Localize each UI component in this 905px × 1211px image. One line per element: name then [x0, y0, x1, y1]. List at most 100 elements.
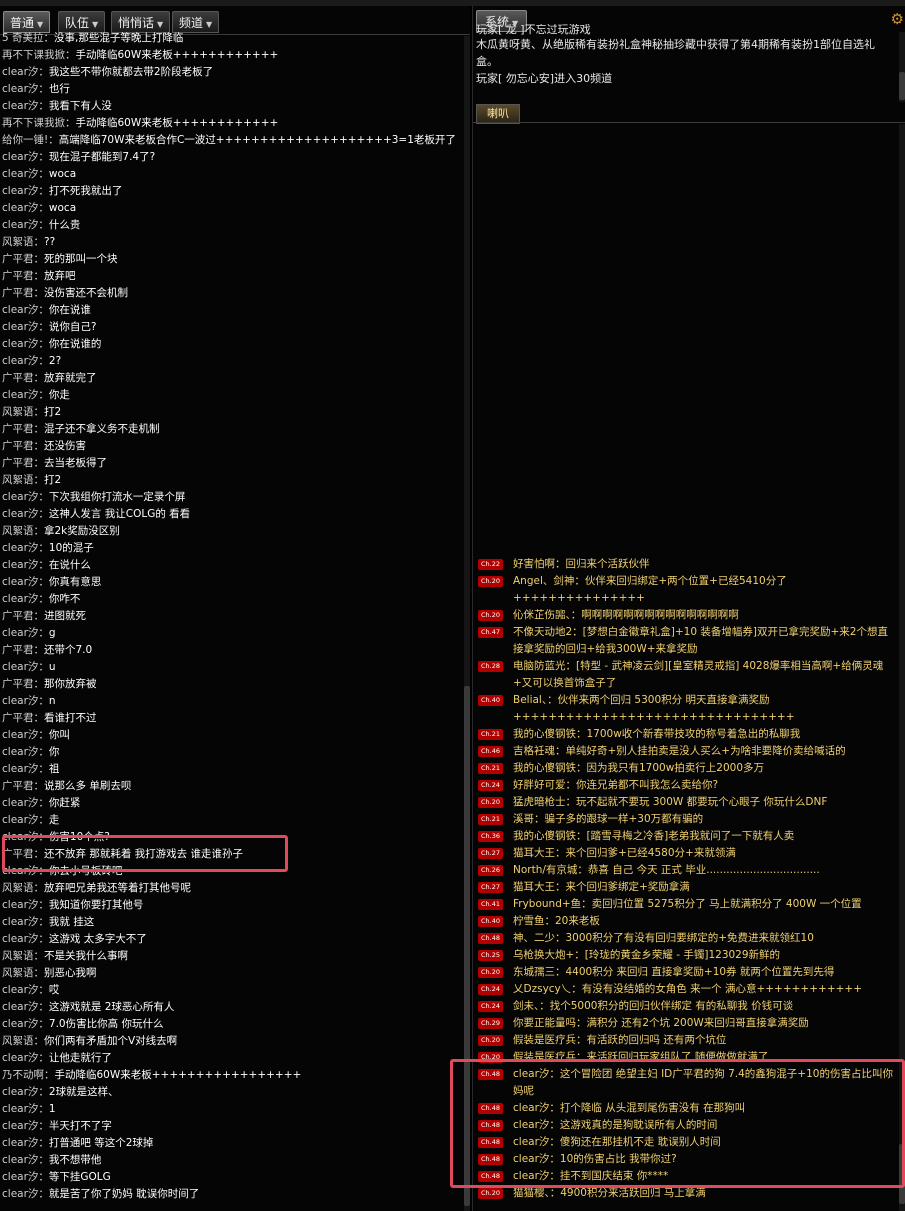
loudspeaker-scrollbar[interactable] — [899, 124, 905, 1211]
sender-name[interactable]: clear汐 — [2, 66, 38, 78]
message-text: 7.0伤害比你高 你玩什么 — [48, 1018, 164, 1030]
sender-name[interactable]: clear汐 — [2, 1120, 38, 1132]
sender-name[interactable]: 给你一锤! — [2, 134, 48, 146]
sender-name[interactable]: 广平君 — [2, 712, 34, 724]
sender-name[interactable]: 广平君 — [2, 610, 34, 622]
sender-name[interactable]: 广平君 — [2, 372, 34, 384]
sender-name[interactable]: clear汐 — [2, 763, 38, 775]
colon-separator: ： — [38, 1137, 49, 1149]
sender-name[interactable]: 风絮语 — [2, 525, 34, 537]
sender-name[interactable]: clear汐 — [2, 202, 38, 214]
sender-name[interactable]: 风絮语 — [2, 474, 34, 486]
colon-separator: ： — [38, 219, 49, 231]
sender-name[interactable]: 再不下课我掀 — [2, 49, 65, 61]
loudspeaker-text: 你要正能量吗：满积分 还有2个坑 200W来回归哥直接拿满奖励 — [513, 1017, 809, 1029]
sender-name[interactable]: 再不下课我掀 — [2, 117, 65, 129]
colon-separator: ： — [38, 185, 49, 197]
sender-name[interactable]: 广平君 — [2, 457, 34, 469]
sender-name[interactable]: clear汐 — [2, 1171, 38, 1183]
sender-name[interactable]: clear汐 — [2, 576, 38, 588]
sender-name[interactable]: 风絮语 — [2, 882, 34, 894]
sender-name[interactable]: clear汐 — [2, 1154, 38, 1166]
sender-name[interactable]: clear汐 — [2, 661, 38, 673]
sender-name[interactable]: 广平君 — [2, 270, 34, 282]
system-line: 玩家[ 勿忘心安]进入30频道 — [476, 72, 613, 85]
sender-name[interactable]: clear汐 — [2, 559, 38, 571]
chat-line: clear汐：也行 — [2, 81, 457, 98]
scrollbar-thumb[interactable] — [899, 72, 905, 100]
sender-name[interactable]: clear汐 — [2, 593, 38, 605]
colon-separator: ： — [33, 372, 45, 384]
chat-line: 再不下课我掀：手动降临60W来老板++++++++++++ — [2, 47, 457, 64]
sender-name[interactable]: 风絮语 — [2, 1035, 34, 1047]
chat-line: clear汐：我这些不带你就都去带2阶段老板了 — [2, 64, 457, 81]
message-text: 死的那叫一个块 — [44, 253, 118, 265]
sender-name[interactable]: 广平君 — [2, 678, 34, 690]
sender-name[interactable]: clear汐 — [2, 899, 38, 911]
sender-name[interactable]: clear汐 — [2, 83, 38, 95]
sender-name[interactable]: clear汐 — [2, 1103, 38, 1115]
sender-name[interactable]: 广平君 — [2, 644, 34, 656]
loudspeaker-text: 猫耳大王：来个回归爹+已经4580分+来就领满 — [513, 847, 736, 859]
sender-name[interactable]: clear汐 — [2, 542, 38, 554]
chat-line: 广平君：那你放弃被 — [2, 676, 457, 693]
sender-name[interactable]: clear汐 — [2, 338, 38, 350]
tab-loudspeaker[interactable]: 喇叭 — [476, 104, 520, 124]
loudspeaker-line: Ch.25 乌枪换大炮+：[玲珑的黄金乡荣耀 - 手镯]123029新鲜的 — [478, 947, 898, 964]
sender-name[interactable]: 5 奇美拉 — [2, 32, 44, 44]
loudspeaker-line: Ch.36 我的心傻钢铁：[踏雪寻梅之冷香]老弟我就问了一下就有人卖 — [478, 828, 898, 845]
sender-name[interactable]: 广平君 — [2, 287, 34, 299]
sender-name[interactable]: clear汐 — [2, 797, 38, 809]
sender-name[interactable]: 风絮语 — [2, 950, 34, 962]
message-text: 还带个7.0 — [44, 644, 93, 656]
sender-name[interactable]: clear汐 — [2, 933, 38, 945]
chat-line: clear汐：我看下有人没 — [2, 98, 457, 115]
channel-badge: Ch.20 — [478, 1188, 503, 1199]
sender-name[interactable]: clear汐 — [2, 168, 38, 180]
channel-badge: Ch.27 — [478, 848, 503, 859]
sender-name[interactable]: clear汐 — [2, 1137, 38, 1149]
chat-line: 广平君：还带个7.0 — [2, 642, 457, 659]
sender-name[interactable]: clear汐 — [2, 627, 38, 639]
sender-name[interactable]: clear汐 — [2, 389, 38, 401]
sender-name[interactable]: clear汐 — [2, 1188, 38, 1200]
sender-name[interactable]: 风絮语 — [2, 406, 34, 418]
message-text: 打普通吧 等这个2球掉 — [48, 1137, 154, 1149]
loudspeaker-line: Ch.24 剑未、：找个5000积分的回归伙伴绑定 有的私聊我 价钱可谈 — [478, 998, 898, 1015]
sender-name[interactable]: clear汐 — [2, 1086, 38, 1098]
sender-name[interactable]: clear汐 — [2, 219, 38, 231]
sender-name[interactable]: 广平君 — [2, 423, 34, 435]
sender-name[interactable]: clear汐 — [2, 984, 38, 996]
sender-name[interactable]: clear汐 — [2, 304, 38, 316]
gear-icon[interactable]: ⚙ — [891, 10, 904, 28]
chat-line: clear汐：说你自己? — [2, 319, 457, 336]
sender-name[interactable]: 广平君 — [2, 780, 34, 792]
chat-line: clear汐：你 — [2, 744, 457, 761]
sender-name[interactable]: clear汐 — [2, 814, 38, 826]
colon-separator: ： — [43, 32, 55, 44]
sender-name[interactable]: clear汐 — [2, 729, 38, 741]
sender-name[interactable]: clear汐 — [2, 695, 38, 707]
message-text: 打2 — [44, 406, 62, 418]
sender-name[interactable]: clear汐 — [2, 321, 38, 333]
sender-name[interactable]: 风絮语 — [2, 967, 34, 979]
sender-name[interactable]: clear汐 — [2, 100, 38, 112]
system-scrollbar[interactable] — [899, 32, 905, 102]
sender-name[interactable]: 广平君 — [2, 253, 34, 265]
sender-name[interactable]: clear汐 — [2, 1052, 38, 1064]
sender-name[interactable]: clear汐 — [2, 746, 38, 758]
chat-scrollbar[interactable] — [464, 36, 470, 1211]
sender-name[interactable]: clear汐 — [2, 1001, 38, 1013]
loudspeaker-line: Ch.20 Angel、剑神：伙伴来回归绑定+两个位置+已经5410分了+++++… — [478, 573, 898, 607]
sender-name[interactable]: clear汐 — [2, 355, 38, 367]
sender-name[interactable]: 风絮语 — [2, 236, 34, 248]
sender-name[interactable]: clear汐 — [2, 916, 38, 928]
sender-name[interactable]: 广平君 — [2, 440, 34, 452]
sender-name[interactable]: clear汐 — [2, 491, 38, 503]
sender-name[interactable]: clear汐 — [2, 1018, 38, 1030]
sender-name[interactable]: 乃不动啊 — [2, 1069, 44, 1081]
sender-name[interactable]: clear汐 — [2, 508, 38, 520]
sender-name[interactable]: clear汐 — [2, 185, 38, 197]
sender-name[interactable]: clear汐 — [2, 151, 38, 163]
message-text: n — [48, 695, 56, 707]
